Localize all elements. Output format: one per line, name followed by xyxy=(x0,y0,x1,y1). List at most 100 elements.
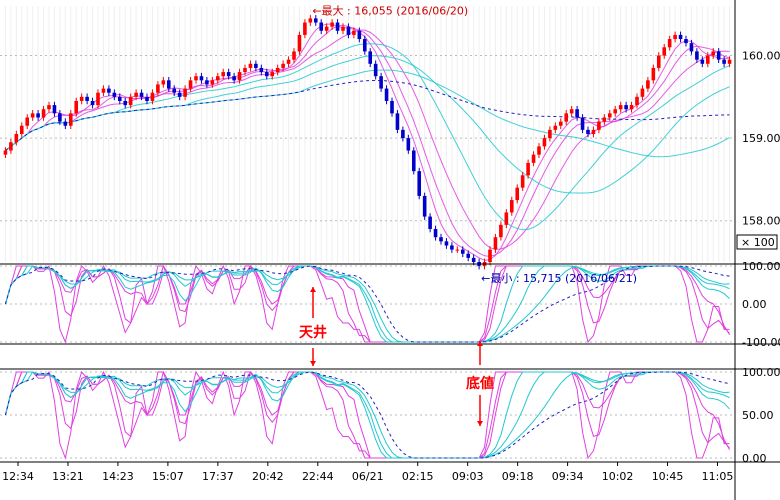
candle-body xyxy=(433,228,438,238)
x-tick-label: 09:34 xyxy=(552,470,584,483)
x-tick-label: 17:37 xyxy=(202,470,234,483)
candle-body xyxy=(177,92,182,97)
candle-body xyxy=(145,96,149,101)
candle-body xyxy=(188,80,193,89)
candle-body xyxy=(47,105,51,110)
candle-body xyxy=(117,96,122,101)
candle-body xyxy=(297,34,302,52)
candle-body xyxy=(96,92,100,106)
candle-body xyxy=(41,109,46,118)
bottom-marker-label: 底値 xyxy=(466,375,494,392)
candle-body xyxy=(586,129,590,134)
candle-body xyxy=(428,216,432,229)
candle-body xyxy=(341,26,345,31)
candle-body xyxy=(237,72,242,81)
candle-body xyxy=(85,96,89,101)
max-annotation: ←最大 : 16,055 (2016/06/20) xyxy=(312,3,468,17)
min-annotation: ←最小 : 15,715 (2016/06/21) xyxy=(481,272,637,285)
candle-body xyxy=(613,109,618,114)
candle-body xyxy=(313,18,318,23)
candle-body xyxy=(520,175,525,188)
candle-body xyxy=(166,80,171,89)
x-tick-label: 12:34 xyxy=(2,470,34,483)
candle-body xyxy=(684,39,688,44)
candle-body xyxy=(580,117,585,130)
x-tick-label: 14:23 xyxy=(102,470,134,483)
price-tick-label: 159.00 xyxy=(742,132,780,145)
x-tick-label: 22:44 xyxy=(302,470,334,483)
candle-body xyxy=(700,59,705,64)
candle-body xyxy=(646,80,650,89)
candle-body xyxy=(286,59,291,64)
candle-body xyxy=(270,72,275,77)
candle-body xyxy=(3,150,8,155)
candle-body xyxy=(662,47,667,56)
x-tick-label: 11:05 xyxy=(702,470,734,483)
candle-body xyxy=(450,245,454,250)
price-tick-label: 160.00 xyxy=(742,50,780,63)
x-tick-label: 10:45 xyxy=(652,470,684,483)
candle-body xyxy=(629,105,634,110)
candle-body xyxy=(575,109,579,118)
candle-body xyxy=(439,237,443,242)
candle-body xyxy=(259,67,264,73)
candle-body xyxy=(183,88,187,97)
candle-body xyxy=(537,146,541,155)
candle-body xyxy=(226,72,231,77)
osc1-tick-label: 100.00 xyxy=(742,260,780,273)
candle-body xyxy=(335,22,340,31)
candle-body xyxy=(232,76,236,81)
candle-body xyxy=(172,88,177,93)
candle-body xyxy=(542,138,547,147)
x-tick-label: 02:15 xyxy=(402,470,434,483)
candle-body xyxy=(488,249,492,262)
x-tick-label: 06/21 xyxy=(352,470,384,483)
candle-body xyxy=(466,253,471,258)
candle-body xyxy=(281,63,285,68)
candle-body xyxy=(401,129,405,139)
candle-body xyxy=(499,224,503,238)
candle-body xyxy=(352,30,356,35)
candle-body xyxy=(14,134,19,143)
candle-body xyxy=(30,113,35,118)
candle-body xyxy=(303,22,307,35)
x-tick-label: 10:02 xyxy=(602,470,634,483)
candle-body xyxy=(74,100,79,114)
candle-body xyxy=(379,76,383,89)
candle-body xyxy=(422,195,427,217)
candle-body xyxy=(357,30,362,40)
candle-body xyxy=(199,76,204,81)
candle-body xyxy=(210,80,215,85)
osc1-tick-label: 0.00 xyxy=(742,298,767,311)
candle-body xyxy=(9,142,13,151)
candle-body xyxy=(607,113,612,118)
candle-body xyxy=(107,88,111,93)
stock-chart: 12:34 13:21 14:23 15:07 17:37 20:42 22:44 06/21… xyxy=(0,0,780,500)
candle-body xyxy=(705,55,710,64)
candle-body xyxy=(711,51,716,56)
candle-body xyxy=(591,129,596,134)
candle-body xyxy=(531,154,536,163)
candle-body xyxy=(695,51,699,60)
candle-body xyxy=(58,113,62,122)
candle-body xyxy=(248,63,253,68)
x-tick-label: 15:07 xyxy=(152,470,184,483)
chart-background xyxy=(0,0,780,500)
candle-body xyxy=(618,105,623,110)
candle-body xyxy=(504,212,509,225)
candle-body xyxy=(602,117,607,122)
candle-body xyxy=(150,92,155,101)
candle-body xyxy=(689,43,694,52)
candle-body xyxy=(722,59,726,64)
candle-body xyxy=(19,125,24,134)
candle-body xyxy=(101,88,106,93)
candle-body xyxy=(243,67,247,73)
candle-body xyxy=(656,55,661,68)
candle-body xyxy=(205,80,209,85)
candle-body xyxy=(548,129,552,139)
candle-body xyxy=(471,257,476,262)
candle-body xyxy=(264,72,269,77)
candle-body xyxy=(509,200,514,213)
candle-body xyxy=(493,237,498,250)
candle-body xyxy=(673,34,677,40)
